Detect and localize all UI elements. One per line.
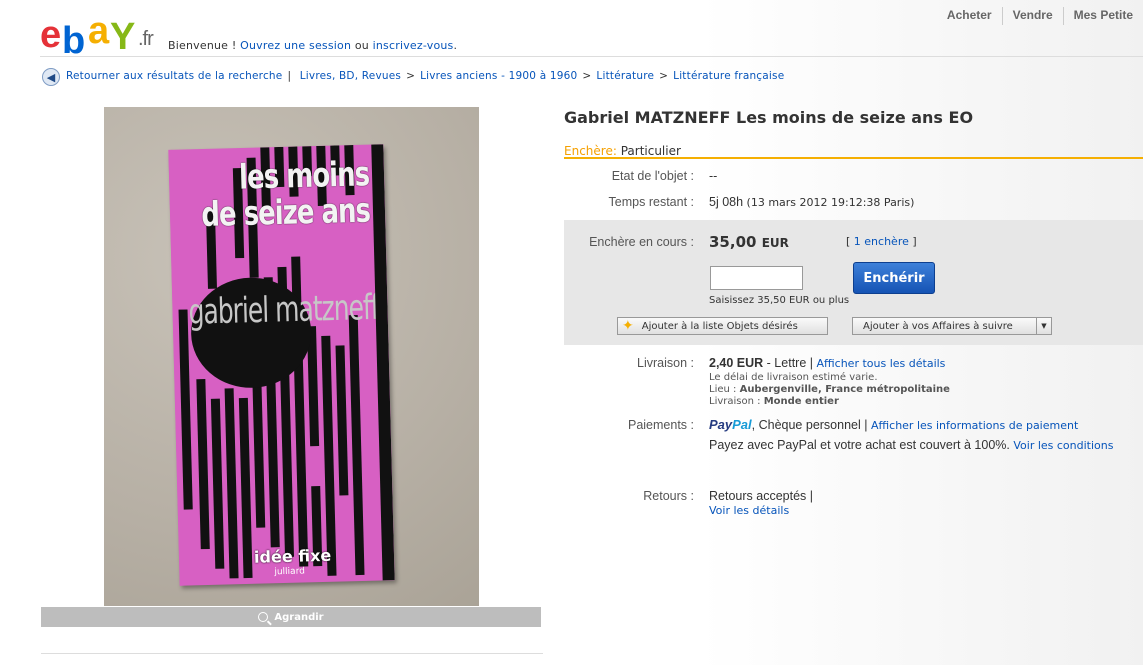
add-to-watchlist-button[interactable]: ✦ Ajouter à la liste Objets désirés: [617, 317, 828, 335]
payment-methods: PayPal, Chèque personnel | Afficher les …: [709, 417, 1078, 432]
auction-type-value: Particulier: [620, 144, 681, 158]
welcome-prefix: Bienvenue !: [168, 39, 241, 52]
shipping-delay-note: Le délai de livraison estimé varie.: [709, 372, 878, 383]
add-to-follow-button[interactable]: Ajouter à vos Affaires à suivre ▼: [852, 317, 1052, 335]
paypal-protection-text: Payez avec PayPal et votre achat est cou…: [709, 438, 1010, 452]
bid-count-close: ]: [908, 235, 917, 248]
breadcrumb-separator: >: [659, 70, 669, 82]
bid-amount: 35,00: [709, 233, 757, 251]
book-cover-title: les moins de seize ans: [200, 155, 371, 236]
bid-currency: EUR: [761, 236, 789, 250]
bid-count: [ 1 enchère ]: [846, 235, 917, 248]
enlarge-button[interactable]: Agrandir: [41, 607, 541, 627]
title-divider: [564, 157, 1143, 159]
enlarge-label: Agrandir: [274, 611, 324, 623]
breadcrumb-item-litterature-francaise[interactable]: Littérature française: [673, 70, 784, 82]
payments-label: Paiements :: [627, 418, 694, 432]
returns-details: Voir les détails: [709, 503, 789, 517]
back-to-results-link[interactable]: Retourner aux résultats de la recherche: [66, 70, 282, 82]
returns-value: Retours acceptés: [709, 489, 807, 503]
back-arrow-icon[interactable]: ◀: [42, 68, 60, 86]
shipping-price: 2,40 EUR: [709, 356, 764, 370]
place-bid-button[interactable]: Enchérir: [853, 262, 935, 294]
time-left-value: 5j 08h: [709, 195, 744, 209]
time-left: 5j 08h (13 mars 2012 19:12:38 Paris): [709, 195, 914, 209]
item-title: Gabriel MATZNEFF Les moins de seize ans …: [564, 108, 974, 127]
welcome-or: ou: [351, 39, 373, 52]
bid-box: Enchère en cours : 35,00 EUR [ 1 enchère…: [564, 220, 1143, 345]
header-divider: [40, 56, 1143, 57]
returns-sep: |: [806, 489, 814, 503]
returns-label: Retours :: [643, 489, 694, 503]
current-bid-label: Enchère en cours :: [589, 235, 694, 249]
item-photo[interactable]: les moins de seize ans gabriel matzneff …: [104, 107, 479, 606]
welcome-suffix: .: [453, 39, 458, 52]
bid-amount-input[interactable]: [710, 266, 803, 290]
ships-to-value: Monde entier: [763, 396, 839, 407]
nav-acheter[interactable]: Acheter: [937, 7, 1002, 25]
ebay-logo[interactable]: ebaY .fr: [40, 10, 160, 62]
signin-link[interactable]: Ouvrez une session: [240, 39, 351, 52]
register-link[interactable]: inscrivez-vous: [373, 39, 454, 52]
condition-label: Etat de l'objet :: [611, 169, 694, 183]
zoom-icon: [258, 612, 269, 622]
paypal-logo: PayPal: [709, 417, 752, 432]
breadcrumb: Retourner aux résultats de la recherche |…: [66, 70, 784, 82]
logo-tld: .fr: [138, 28, 154, 50]
book-cover-editor: julliard: [274, 566, 306, 578]
time-left-label: Temps restant :: [608, 195, 694, 209]
breadcrumb-item-livres-anciens[interactable]: Livres anciens - 1900 à 1960: [420, 70, 577, 82]
payment-sep: |: [864, 418, 871, 432]
bid-count-link[interactable]: 1 enchère: [854, 235, 909, 248]
bottom-divider: [41, 653, 543, 654]
paypal-protection: Payez avec PayPal et votre achat est cou…: [709, 438, 1113, 452]
payment-other: , Chèque personnel: [751, 418, 861, 432]
condition-value: --: [709, 169, 718, 183]
chevron-down-icon[interactable]: ▼: [1036, 318, 1051, 334]
shipping-line: 2,40 EUR - Lettre | Afficher tous les dé…: [709, 356, 945, 370]
returns-line: Retours acceptés |: [709, 489, 813, 503]
breadcrumb-item-livres[interactable]: Livres, BD, Revues: [300, 70, 401, 82]
ships-to: Livraison : Monde entier: [709, 396, 839, 407]
breadcrumb-separator: |: [287, 70, 292, 82]
top-nav: Acheter Vendre Mes Petite: [937, 7, 1143, 25]
returns-details-link[interactable]: Voir les détails: [709, 504, 789, 517]
shipping-details-link[interactable]: Afficher tous les détails: [817, 357, 946, 370]
shipping-sep: |: [809, 356, 817, 370]
book-cover-author: gabriel matzneff: [188, 286, 380, 333]
watchlist-star-icon: ✦: [622, 318, 634, 334]
item-location: Lieu : Aubergenville, France métropolita…: [709, 384, 950, 395]
conditions-link[interactable]: Voir les conditions: [1013, 439, 1113, 452]
book-cover-publisher: idée fixe: [253, 545, 332, 567]
watchlist-label: Ajouter à la liste Objets désirés: [641, 320, 798, 332]
location-label: Lieu :: [709, 384, 740, 395]
ships-to-label: Livraison :: [709, 396, 764, 407]
bid-hint: Saisissez 35,50 EUR ou plus: [709, 295, 850, 306]
book-cover: les moins de seize ans gabriel matzneff …: [168, 144, 395, 586]
location-value: Aubergenville, France métropolitaine: [739, 384, 950, 395]
nav-vendre[interactable]: Vendre: [1001, 7, 1063, 25]
auction-type-label: Enchère:: [564, 144, 617, 158]
end-date: (13 mars 2012 19:12:38 Paris): [746, 196, 915, 209]
auction-type: Enchère: Particulier: [564, 144, 681, 158]
welcome-line: Bienvenue ! Ouvrez une session ou inscri…: [168, 39, 457, 52]
breadcrumb-item-litterature[interactable]: Littérature: [596, 70, 654, 82]
current-bid-price: 35,00 EUR: [709, 233, 789, 251]
nav-mes-petites[interactable]: Mes Petite: [1062, 7, 1143, 25]
bid-count-open: [: [846, 235, 854, 248]
shipping-label: Livraison :: [637, 356, 694, 370]
payment-info-link[interactable]: Afficher les informations de paiement: [871, 419, 1078, 432]
breadcrumb-separator: >: [406, 70, 416, 82]
breadcrumb-separator: >: [582, 70, 592, 82]
follow-label: Ajouter à vos Affaires à suivre: [863, 320, 1013, 332]
shipping-method: - Lettre: [763, 356, 807, 370]
